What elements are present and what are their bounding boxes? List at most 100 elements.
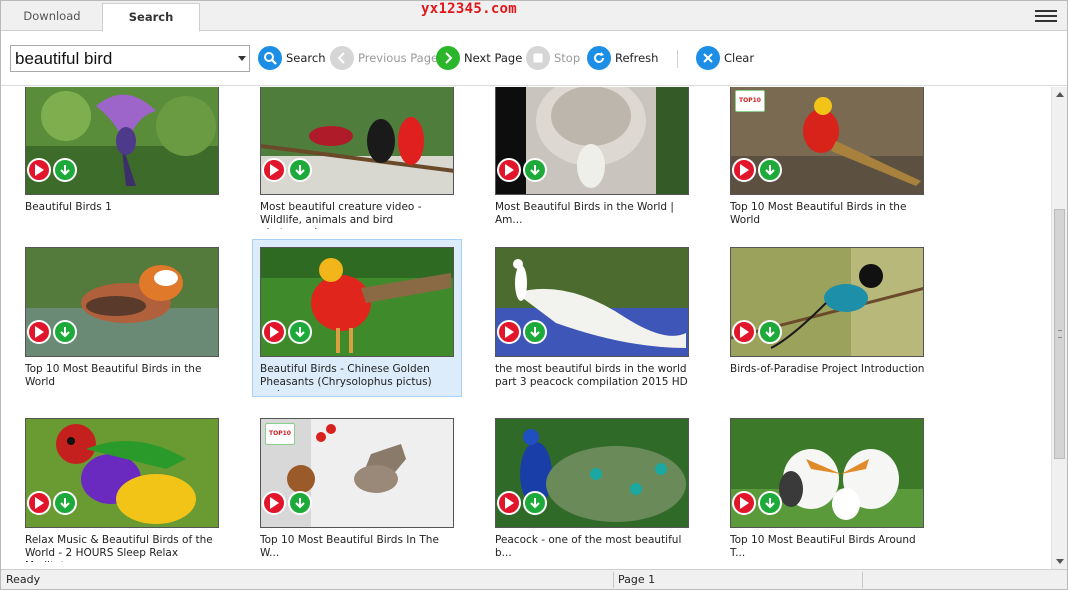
- video-thumbnail[interactable]: [495, 418, 689, 528]
- video-thumbnail[interactable]: [25, 87, 219, 195]
- video-card[interactable]: the most beautiful birds in the world pa…: [488, 240, 698, 398]
- previous-page-button[interactable]: Previous Page: [330, 45, 438, 71]
- scrollbar-thumb[interactable]: [1054, 209, 1065, 459]
- video-title[interactable]: Most beautiful creature video - Wildlife…: [260, 201, 458, 229]
- download-icon: [295, 327, 305, 338]
- play-icon: [35, 326, 44, 338]
- video-card[interactable]: Most beautiful creature video - Wildlife…: [253, 87, 463, 236]
- video-title[interactable]: Birds-of-Paradise Project Introduction: [730, 363, 928, 376]
- refresh-button[interactable]: Refresh: [587, 45, 658, 71]
- download-button[interactable]: [53, 320, 77, 344]
- download-icon: [530, 165, 540, 176]
- video-title[interactable]: Beautiful Birds - Chinese Golden Pheasan…: [260, 363, 458, 391]
- search-icon: [258, 46, 282, 70]
- video-card-selected[interactable]: Beautiful Birds - Chinese Golden Pheasan…: [252, 239, 462, 397]
- play-button[interactable]: [27, 491, 51, 515]
- video-thumbnail[interactable]: [25, 418, 219, 528]
- video-title[interactable]: Peacock - one of the most beautiful b...: [495, 534, 693, 560]
- video-thumbnail[interactable]: TOP10: [730, 87, 924, 195]
- previous-page-label: Previous Page: [358, 51, 439, 65]
- video-thumbnail[interactable]: [730, 418, 924, 528]
- play-icon: [505, 497, 514, 509]
- video-thumbnail[interactable]: [495, 247, 689, 357]
- play-icon: [35, 497, 44, 509]
- video-card[interactable]: Top 10 Most Beautiful Birds in the World: [18, 240, 228, 398]
- combo-dropdown-icon[interactable]: [238, 56, 246, 61]
- video-card[interactable]: Top 10 Most BeautiFul Birds Around T...: [723, 411, 933, 569]
- video-title[interactable]: Top 10 Most Beautiful Birds in the World: [25, 363, 223, 389]
- download-button[interactable]: [288, 491, 312, 515]
- play-button[interactable]: [262, 158, 286, 182]
- play-button[interactable]: [27, 158, 51, 182]
- download-button[interactable]: [758, 491, 782, 515]
- play-button[interactable]: [262, 491, 286, 515]
- download-button[interactable]: [53, 491, 77, 515]
- hamburger-menu-icon[interactable]: [1035, 7, 1057, 25]
- play-icon: [505, 326, 514, 338]
- video-title[interactable]: Top 10 Most Beautiful Birds in the World: [730, 201, 928, 227]
- video-card[interactable]: Birds-of-Paradise Project Introduction: [723, 240, 933, 398]
- download-icon: [295, 498, 305, 509]
- video-thumbnail[interactable]: [25, 247, 219, 357]
- play-button[interactable]: [497, 158, 521, 182]
- video-card[interactable]: Most Beautiful Birds in the World | Am..…: [488, 87, 698, 236]
- download-button[interactable]: [523, 158, 547, 182]
- video-thumbnail[interactable]: [260, 247, 454, 357]
- play-button[interactable]: [732, 158, 756, 182]
- play-button[interactable]: [27, 320, 51, 344]
- video-card[interactable]: Peacock - one of the most beautiful b...: [488, 411, 698, 569]
- download-button[interactable]: [523, 491, 547, 515]
- clear-button[interactable]: Clear: [696, 45, 754, 71]
- video-thumbnail[interactable]: TOP10: [260, 418, 454, 528]
- play-button[interactable]: [732, 320, 756, 344]
- play-icon: [270, 497, 279, 509]
- vertical-scrollbar[interactable]: [1051, 87, 1067, 569]
- download-button[interactable]: [53, 158, 77, 182]
- download-button[interactable]: [288, 158, 312, 182]
- play-icon: [270, 164, 279, 176]
- play-button[interactable]: [262, 320, 286, 344]
- play-button[interactable]: [497, 491, 521, 515]
- video-card[interactable]: TOP10 Top 10 Most Beautiful Birds in the…: [723, 87, 933, 236]
- video-thumbnail[interactable]: [495, 87, 689, 195]
- stop-button[interactable]: Stop: [526, 45, 580, 71]
- watermark-text: yx12345.com: [421, 1, 518, 17]
- video-thumbnail[interactable]: [730, 247, 924, 357]
- play-icon: [35, 164, 44, 176]
- next-page-button[interactable]: Next Page: [436, 45, 522, 71]
- tab-download[interactable]: Download: [3, 3, 101, 31]
- video-card[interactable]: Beautiful Birds 1: [18, 87, 228, 236]
- toolbar: Search Previous Page Next Page Stop Refr: [1, 32, 1067, 86]
- video-title[interactable]: Most Beautiful Birds in the World | Am..…: [495, 201, 693, 227]
- search-combo[interactable]: [10, 45, 250, 72]
- video-card[interactable]: Relax Music & Beautiful Birds of the Wor…: [18, 411, 228, 569]
- video-title[interactable]: Top 10 Most BeautiFul Birds Around T...: [730, 534, 928, 560]
- play-button[interactable]: [497, 320, 521, 344]
- play-icon: [270, 326, 279, 338]
- scroll-up-icon[interactable]: [1056, 92, 1064, 97]
- play-icon: [740, 326, 749, 338]
- tab-search[interactable]: Search: [102, 3, 200, 32]
- download-button[interactable]: [288, 320, 312, 344]
- video-title[interactable]: Beautiful Birds 1: [25, 201, 223, 214]
- video-title[interactable]: Top 10 Most Beautiful Birds In The W...: [260, 534, 458, 560]
- search-button[interactable]: Search: [258, 45, 326, 71]
- download-button[interactable]: [523, 320, 547, 344]
- search-input[interactable]: [11, 46, 223, 71]
- video-title[interactable]: the most beautiful birds in the world pa…: [495, 363, 693, 389]
- play-button[interactable]: [732, 491, 756, 515]
- download-icon: [60, 165, 70, 176]
- scroll-down-icon[interactable]: [1056, 559, 1064, 564]
- video-title[interactable]: Relax Music & Beautiful Birds of the Wor…: [25, 534, 223, 562]
- page-indicator: Page 1: [618, 573, 656, 586]
- download-icon: [60, 498, 70, 509]
- tab-bar: Download Search yx12345.com: [1, 1, 1067, 32]
- video-thumbnail[interactable]: [260, 87, 454, 195]
- download-icon: [530, 498, 540, 509]
- download-button[interactable]: [758, 320, 782, 344]
- video-card[interactable]: TOP10 Top 10 Most Beautiful Birds In The…: [253, 411, 463, 569]
- refresh-icon: [587, 46, 611, 70]
- arrow-right-icon: [436, 46, 460, 70]
- download-button[interactable]: [758, 158, 782, 182]
- download-icon: [530, 327, 540, 338]
